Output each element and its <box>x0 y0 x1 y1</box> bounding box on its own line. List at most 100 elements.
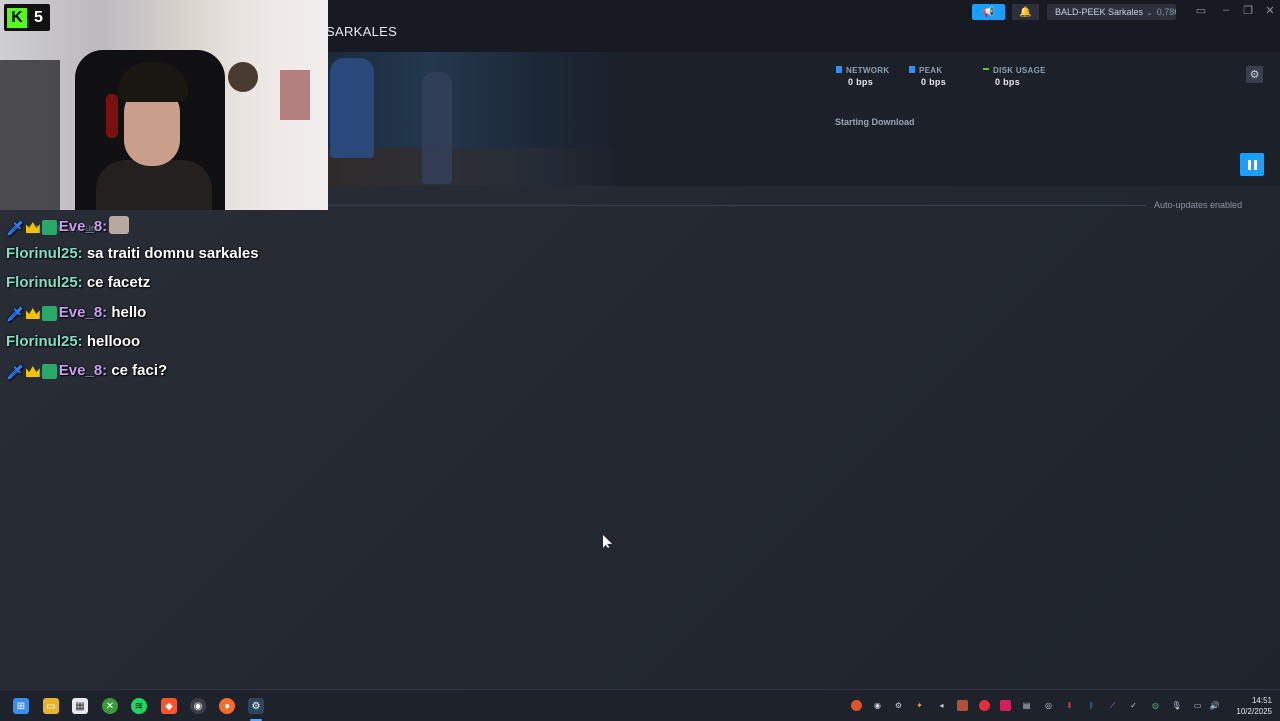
mouse-cursor-icon <box>603 535 612 548</box>
announcements-button[interactable]: 📢 <box>972 4 1005 20</box>
chat-message: 🗡 Eve_8: hello <box>6 304 146 323</box>
account-name: BALD-PEEK Sarkales <box>1055 7 1144 17</box>
download-banner: NETWORK 0 bps PEAK 0 bps DISK USAGE 0 bp… <box>326 52 1280 186</box>
download-settings-button[interactable]: ⚙ <box>1246 66 1263 83</box>
origin-icon[interactable]: ● <box>219 698 235 714</box>
notifications-button[interactable]: 🔔 <box>1012 4 1039 20</box>
page-title: SARKALES <box>326 24 398 39</box>
tray-app-icon[interactable] <box>979 700 990 711</box>
moderator-sword-icon: 🗡 <box>6 306 24 322</box>
speaker-icon[interactable]: 🔊 <box>1209 700 1220 711</box>
maximize-icon[interactable]: ❐ <box>1240 4 1256 17</box>
tray-app-icon[interactable] <box>1000 700 1011 711</box>
chat-text: hello <box>111 304 147 321</box>
webcam-overlay: K 5 <box>0 0 328 210</box>
spotify-icon[interactable]: ≋ <box>131 698 147 714</box>
tray-app-icon[interactable]: ◂ <box>936 700 947 711</box>
cat-emote-icon <box>109 216 130 234</box>
taskbar: ⊞ ▭ ▦ ✕ ≋ ◆ ◉ ● ⚙ ◉ ⚙ ✦ ◂ ▤ ◎ ⬇ ᛒ ⟋ ✓ ◍ … <box>0 689 1280 721</box>
crown-icon <box>25 222 40 233</box>
chat-message: 🗡 Eve_8: ce faci? <box>6 362 167 381</box>
viewer-count: 5 <box>34 8 43 26</box>
tray-app-icon[interactable]: ⟋ <box>1107 700 1118 711</box>
chat-username: Eve_8: <box>58 304 108 321</box>
crown-icon <box>25 366 40 377</box>
megaphone-icon: 📢 <box>982 6 995 18</box>
chat-username: Florinul25: <box>6 245 83 262</box>
close-icon[interactable]: ✕ <box>1262 4 1278 17</box>
game-artwork <box>326 52 626 186</box>
gear-icon: ⚙ <box>1249 69 1260 81</box>
minimize-icon[interactable]: – <box>1218 4 1234 16</box>
line-icon <box>983 68 989 70</box>
disk-usage-stat: DISK USAGE 0 bps <box>983 66 1046 87</box>
subscriber-badge-icon <box>41 306 57 321</box>
taskbar-clock[interactable]: 14:51 10/2/2025 <box>1228 695 1272 717</box>
store-icon[interactable]: ▦ <box>72 698 88 714</box>
tray-app-icon[interactable]: ◎ <box>1043 700 1054 711</box>
moderator-sword-icon: 🗡 <box>6 220 24 236</box>
tray-app-icon[interactable] <box>957 700 968 711</box>
network-stat: NETWORK 0 bps <box>836 66 889 87</box>
bluetooth-icon[interactable]: ᛒ <box>1086 700 1097 711</box>
tray-app-icon[interactable]: ✦ <box>914 700 925 711</box>
chat-text: sa traiti domnu sarkales <box>86 245 259 262</box>
crown-icon <box>25 308 40 319</box>
brave-icon[interactable]: ◆ <box>161 698 177 714</box>
chat-badges: 🗡 <box>6 364 57 381</box>
chat-message: Florinul25: ce facetz <box>6 274 150 291</box>
tray-obs-icon[interactable]: ◉ <box>872 700 883 711</box>
download-status: Starting Download <box>835 117 915 127</box>
monitor-icon[interactable]: ▭ <box>1193 4 1209 17</box>
streamer-body <box>96 160 212 210</box>
chat-username: Florinul25: <box>6 333 83 350</box>
chat-text: ce facetz <box>86 274 151 291</box>
pause-button[interactable] <box>1240 153 1264 176</box>
tray-app-icon[interactable]: ▤ <box>1021 700 1032 711</box>
account-menu[interactable]: BALD-PEEK Sarkales ⌄ 0,78€ <box>1047 4 1176 20</box>
divider <box>326 205 1146 206</box>
chevron-down-icon: ⌄ <box>1146 7 1153 17</box>
tray-app-icon[interactable]: ✓ <box>1128 700 1139 711</box>
chat-message: Florinul25: sa traiti domnu sarkales <box>6 245 259 262</box>
background-shadow <box>0 60 60 210</box>
subscriber-badge-icon <box>41 220 57 235</box>
decor-plant <box>228 62 258 92</box>
peak-stat: PEAK 0 bps <box>909 66 946 87</box>
obs-icon[interactable]: ◉ <box>190 698 206 714</box>
chat-text: hellooo <box>86 333 141 350</box>
chat-text: ce faci? <box>111 362 168 379</box>
microphone-icon[interactable]: 🎙 <box>1171 700 1182 711</box>
chat-message: Florinul25: hellooo <box>6 333 140 350</box>
bell-icon: 🔔 <box>1019 6 1032 18</box>
artwork-figure <box>330 58 374 158</box>
auto-updates-label: Auto-updates enabled <box>1154 200 1243 210</box>
file-explorer-icon[interactable]: ▭ <box>43 698 59 714</box>
tray-steam-icon[interactable]: ⚙ <box>893 700 904 711</box>
bar-chart-icon <box>836 66 842 73</box>
windows-start-icon[interactable]: ⊞ <box>13 698 29 714</box>
chat-username: Eve_8: <box>58 218 108 235</box>
moderator-sword-icon: 🗡 <box>6 364 24 380</box>
network-icon[interactable]: ▭ <box>1192 700 1203 711</box>
chat-message: 🗡 Eve_8: <box>6 216 130 237</box>
chat-username: Florinul25: <box>6 274 83 291</box>
chat-username: Eve_8: <box>58 362 108 379</box>
steam-icon[interactable]: ⚙ <box>248 698 264 714</box>
tray-app-icon[interactable]: ◍ <box>1150 700 1161 711</box>
wallet-balance: 0,78€ <box>1156 7 1176 17</box>
artwork-figure <box>422 72 452 184</box>
tray-app-icon[interactable] <box>851 700 862 711</box>
viewer-count-badge: K 5 <box>4 4 50 31</box>
pause-icon <box>1247 159 1251 170</box>
bar-chart-icon <box>909 66 915 73</box>
headset <box>106 94 118 138</box>
xbox-icon[interactable]: ✕ <box>102 698 118 714</box>
chat-badges: 🗡 <box>6 220 57 237</box>
subscriber-badge-icon <box>41 364 57 379</box>
tray-app-icon[interactable]: ⬇ <box>1064 700 1075 711</box>
chat-badges: 🗡 <box>6 306 57 323</box>
decor-object <box>280 70 310 120</box>
clock-time: 14:51 <box>1251 696 1272 705</box>
kick-logo-icon: K <box>7 7 27 28</box>
